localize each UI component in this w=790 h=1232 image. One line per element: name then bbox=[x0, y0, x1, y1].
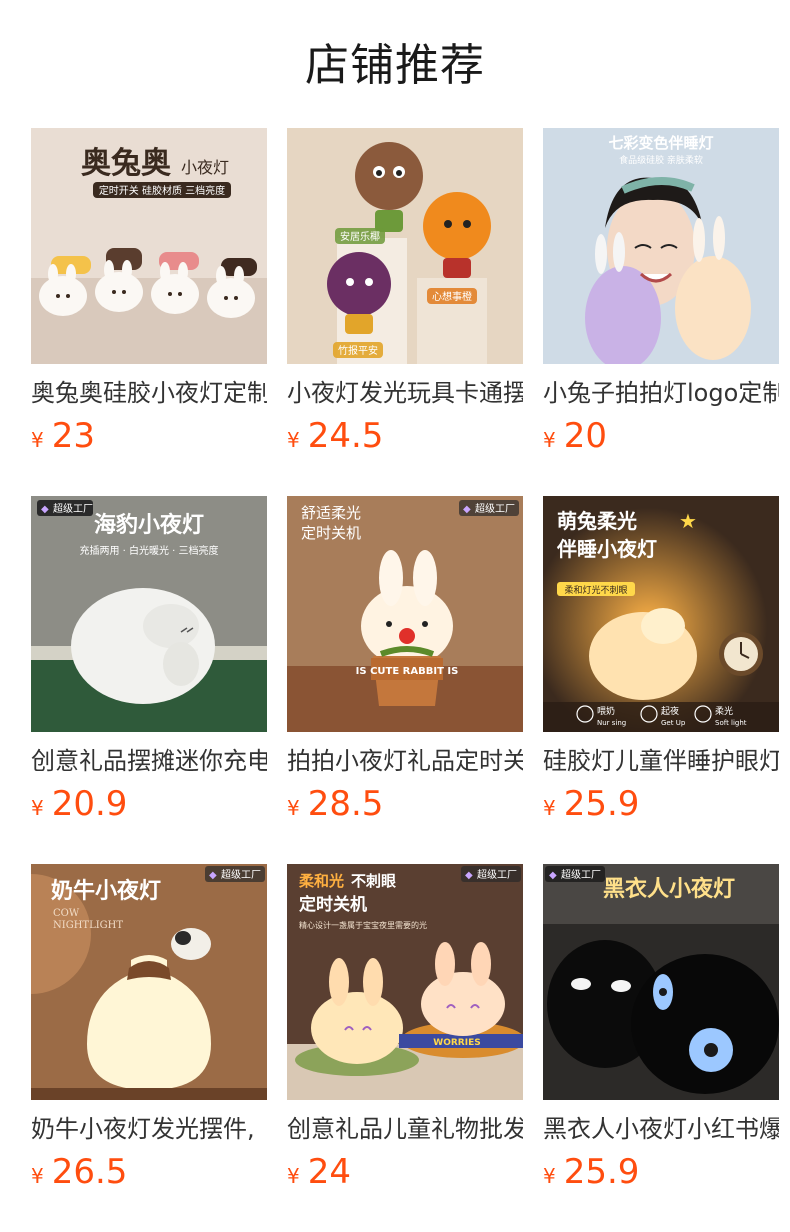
svg-text:安居乐椰: 安居乐椰 bbox=[340, 230, 380, 243]
product-image[interactable]: ◆ 超级工厂 黑衣人小夜灯 bbox=[543, 864, 779, 1100]
currency-symbol: ¥ bbox=[31, 1164, 44, 1188]
svg-text:萌兔柔光: 萌兔柔光 bbox=[557, 509, 637, 533]
svg-text:超级工厂: 超级工厂 bbox=[475, 502, 515, 515]
product-name[interactable]: 拍拍小夜灯礼品定时关机 bbox=[287, 744, 523, 778]
svg-text:舒适柔光: 舒适柔光 bbox=[301, 504, 361, 522]
price-amount: 24.5 bbox=[307, 416, 384, 456]
currency-symbol: ¥ bbox=[287, 428, 300, 452]
price-amount: 25.9 bbox=[563, 784, 640, 824]
product-price: ¥25.9 bbox=[543, 1152, 639, 1196]
product-image[interactable]: 安居乐椰 心想事橙 竹报平安 bbox=[287, 128, 523, 364]
product-name[interactable]: 奥兔奥硅胶小夜灯定制 bbox=[31, 376, 267, 410]
svg-text:不刺眼: 不刺眼 bbox=[351, 872, 396, 890]
price-amount: 28.5 bbox=[307, 784, 384, 824]
price-amount: 20 bbox=[563, 416, 607, 456]
product-price: ¥26.5 bbox=[31, 1152, 127, 1196]
currency-symbol: ¥ bbox=[31, 428, 44, 452]
svg-text:定时关机: 定时关机 bbox=[299, 894, 367, 915]
product-price: ¥25.9 bbox=[543, 784, 639, 828]
svg-text:定时开关 硅胶材质 三档亮度: 定时开关 硅胶材质 三档亮度 bbox=[99, 184, 225, 197]
price-amount: 20.9 bbox=[51, 784, 128, 824]
product-name[interactable]: 奶牛小夜灯发光摆件, bbox=[31, 1112, 267, 1146]
svg-text:黑衣人小夜灯: 黑衣人小夜灯 bbox=[603, 876, 735, 902]
svg-text:定时关机: 定时关机 bbox=[301, 524, 361, 542]
svg-text:WORRIES: WORRIES bbox=[433, 1038, 480, 1048]
svg-text:超级工厂: 超级工厂 bbox=[561, 868, 601, 881]
svg-text:超级工厂: 超级工厂 bbox=[477, 868, 517, 881]
svg-text:起夜: 起夜 bbox=[661, 705, 679, 717]
product-image[interactable]: 舒适柔光 定时关机 ◆ 超级工厂 IS CUTE RABBIT IS bbox=[287, 496, 523, 732]
product-image[interactable]: 七彩变色伴睡灯 食品级硅胶 亲肤柔软 bbox=[543, 128, 779, 364]
svg-text:Get Up: Get Up bbox=[661, 719, 686, 727]
svg-text:柔和灯光不刺眼: 柔和灯光不刺眼 bbox=[564, 584, 627, 596]
currency-symbol: ¥ bbox=[543, 796, 556, 820]
product-price: ¥24.5 bbox=[287, 416, 383, 460]
product-price: ¥20.9 bbox=[31, 784, 127, 828]
svg-text:COW: COW bbox=[53, 908, 80, 919]
svg-text:奥兔奥: 奥兔奥 bbox=[81, 146, 171, 181]
svg-text:精心设计一盏属于宝宝夜里需要的光: 精心设计一盏属于宝宝夜里需要的光 bbox=[299, 920, 427, 930]
currency-symbol: ¥ bbox=[31, 796, 44, 820]
svg-text:◆: ◆ bbox=[549, 870, 557, 881]
svg-text:Nur sing: Nur sing bbox=[597, 719, 626, 727]
product-price: ¥24 bbox=[287, 1152, 351, 1196]
currency-symbol: ¥ bbox=[287, 1164, 300, 1188]
product-image[interactable]: 奶牛小夜灯 COW NIGHTLIGHT ◆ 超级工厂 bbox=[31, 864, 267, 1100]
price-amount: 26.5 bbox=[51, 1152, 128, 1192]
svg-text:柔光: 柔光 bbox=[715, 705, 733, 717]
product-name[interactable]: 小兔子拍拍灯logo定制 bbox=[543, 376, 779, 410]
product-image[interactable]: 柔和光 不刺眼 定时关机 精心设计一盏属于宝宝夜里需要的光 ◆ 超级工厂 WOR… bbox=[287, 864, 523, 1100]
svg-text:◆: ◆ bbox=[465, 870, 473, 881]
svg-text:食品级硅胶 亲肤柔软: 食品级硅胶 亲肤柔软 bbox=[619, 154, 703, 166]
svg-text:喂奶: 喂奶 bbox=[597, 705, 615, 717]
product-price: ¥20 bbox=[543, 416, 607, 460]
product-name[interactable]: 黑衣人小夜灯小红书爆款 bbox=[543, 1112, 779, 1146]
svg-text:奶牛小夜灯: 奶牛小夜灯 bbox=[51, 878, 161, 904]
svg-text:充插两用 · 白光暖光 · 三档亮度: 充插两用 · 白光暖光 · 三档亮度 bbox=[79, 544, 218, 557]
svg-text:NIGHTLIGHT: NIGHTLIGHT bbox=[53, 920, 123, 931]
svg-text:Soft light: Soft light bbox=[715, 719, 747, 727]
svg-text:七彩变色伴睡灯: 七彩变色伴睡灯 bbox=[608, 134, 713, 152]
currency-symbol: ¥ bbox=[543, 1164, 556, 1188]
product-name[interactable]: 硅胶灯儿童伴睡护眼灯 bbox=[543, 744, 779, 778]
currency-symbol: ¥ bbox=[543, 428, 556, 452]
product-image[interactable]: ◆ 超级工厂 海豹小夜灯 充插两用 · 白光暖光 · 三档亮度 bbox=[31, 496, 267, 732]
product-image[interactable]: 萌兔柔光 伴睡小夜灯 ★ 柔和灯光不刺眼 喂奶 Nur sing 起夜 Get … bbox=[543, 496, 779, 732]
product-name[interactable]: 创意礼品儿童礼物批发 bbox=[287, 1112, 523, 1146]
price-amount: 23 bbox=[51, 416, 95, 456]
svg-text:★: ★ bbox=[679, 509, 697, 533]
product-name[interactable]: 小夜灯发光玩具卡通摆件 bbox=[287, 376, 523, 410]
svg-text:超级工厂: 超级工厂 bbox=[221, 868, 261, 881]
svg-text:IS CUTE RABBIT IS: IS CUTE RABBIT IS bbox=[356, 666, 459, 677]
currency-symbol: ¥ bbox=[287, 796, 300, 820]
product-name[interactable]: 创意礼品摆摊迷你充电 bbox=[31, 744, 267, 778]
svg-text:心想事橙: 心想事橙 bbox=[432, 290, 472, 303]
price-amount: 24 bbox=[307, 1152, 351, 1192]
svg-text:◆: ◆ bbox=[209, 870, 217, 881]
product-price: ¥28.5 bbox=[287, 784, 383, 828]
svg-text:◆: ◆ bbox=[463, 504, 471, 515]
svg-text:海豹小夜灯: 海豹小夜灯 bbox=[94, 512, 204, 538]
price-amount: 25.9 bbox=[563, 1152, 640, 1192]
product-price: ¥23 bbox=[31, 416, 95, 460]
svg-text:小夜灯: 小夜灯 bbox=[181, 158, 229, 177]
product-image[interactable]: 奥兔奥 小夜灯 定时开关 硅胶材质 三档亮度 bbox=[31, 128, 267, 364]
svg-text:柔和光: 柔和光 bbox=[299, 872, 344, 890]
page-title: 店铺推荐 bbox=[305, 40, 485, 91]
svg-text:超级工厂: 超级工厂 bbox=[53, 502, 93, 515]
svg-text:◆: ◆ bbox=[41, 504, 49, 515]
svg-text:伴睡小夜灯: 伴睡小夜灯 bbox=[556, 537, 657, 561]
svg-text:竹报平安: 竹报平安 bbox=[338, 344, 378, 357]
